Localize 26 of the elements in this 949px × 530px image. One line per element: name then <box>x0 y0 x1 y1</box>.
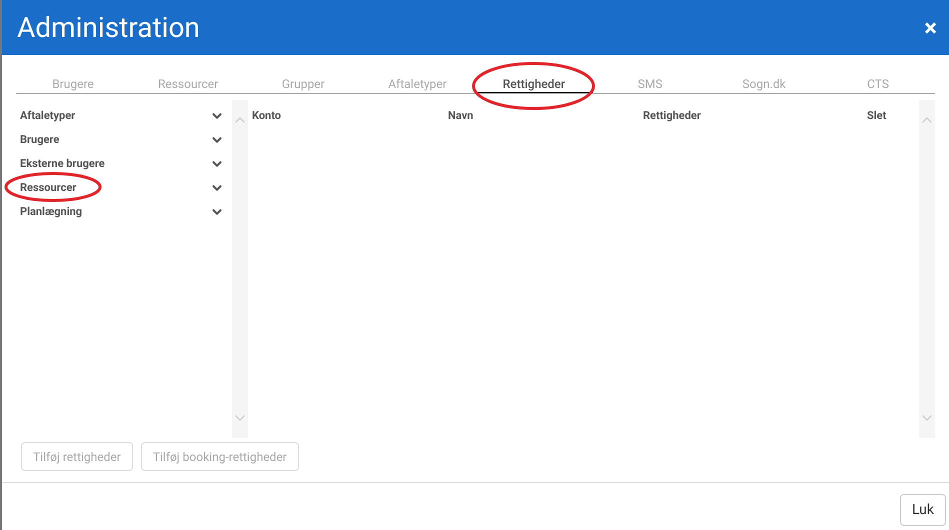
accordion-item[interactable]: Brugere <box>16 128 224 152</box>
tab[interactable]: SMS <box>610 75 690 93</box>
column-header: Rettigheder <box>643 109 701 122</box>
accordion-label: Eksterne brugere <box>20 156 105 172</box>
tab[interactable]: Grupper <box>254 75 353 93</box>
close-button[interactable]: × <box>924 16 937 40</box>
accordion-label: Brugere <box>20 132 60 148</box>
accordion-label: Planlægning <box>20 204 82 220</box>
accordion-label: Ressourcer <box>20 180 76 196</box>
accordion-item[interactable]: Eksterne brugere <box>16 152 224 176</box>
tab[interactable]: Brugere <box>24 75 122 93</box>
tab[interactable]: Aftaletyper <box>360 75 475 93</box>
column-header: Konto <box>252 109 282 122</box>
close-dialog-button[interactable]: Luk <box>900 494 946 526</box>
column-header: Slet <box>867 109 886 122</box>
tab[interactable]: Ressourcer <box>130 75 246 93</box>
scrollbar[interactable] <box>232 100 248 438</box>
accordion-item[interactable]: Aftaletyper <box>16 104 224 128</box>
scrollbar[interactable] <box>919 100 935 438</box>
tab[interactable]: Sogn.dk <box>714 75 814 93</box>
accordion-label: Aftaletyper <box>20 108 76 124</box>
tab[interactable]: CTS <box>839 75 917 93</box>
window-title: Administration <box>17 14 200 42</box>
accordion-item[interactable]: Ressourcer <box>16 176 224 200</box>
column-header: Navn <box>448 109 474 122</box>
accordion-item[interactable]: Planlægning <box>16 200 224 224</box>
